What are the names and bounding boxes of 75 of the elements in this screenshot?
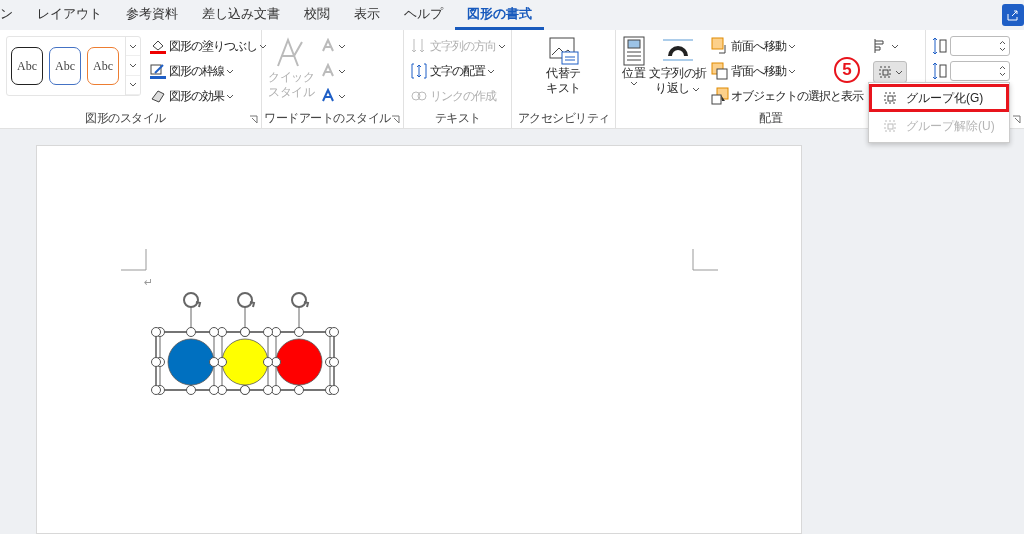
chevron-icon xyxy=(487,68,495,74)
chevron-icon xyxy=(226,68,234,74)
text-align-icon xyxy=(410,62,428,80)
ribbon-tab[interactable]: ン xyxy=(0,0,25,30)
ribbon-command[interactable]: 図形の枠線 xyxy=(149,61,234,81)
ribbon-tab[interactable]: 差し込み文書 xyxy=(190,0,292,30)
group-objects-icon xyxy=(876,64,893,80)
share-button[interactable] xyxy=(1002,4,1024,26)
ribbon-tab[interactable]: 参考資料 xyxy=(114,0,190,30)
ribbon-tab[interactable]: ヘルプ xyxy=(392,0,455,30)
dialog-launcher-icon[interactable] xyxy=(1012,115,1021,124)
group-objects-icon xyxy=(882,118,898,134)
text-format-icon[interactable] xyxy=(320,88,336,104)
paragraph-mark: ↵ xyxy=(144,276,154,289)
selection-pane-icon xyxy=(710,87,729,105)
chevron-icon xyxy=(259,43,267,49)
circle-shape[interactable] xyxy=(167,338,215,386)
size-icon xyxy=(932,62,948,80)
crop-mark-icon xyxy=(121,249,147,271)
ribbon-command[interactable]: 前面へ移動 xyxy=(710,36,796,56)
ribbon-command[interactable]: オブジェクトの選択と表示 xyxy=(710,86,863,106)
group-label: アクセシビリティ xyxy=(517,110,610,127)
chevron-icon xyxy=(338,68,346,74)
ribbon-command[interactable]: 図形の効果 xyxy=(149,86,234,106)
shape-style-swatch[interactable]: Abc xyxy=(87,47,119,85)
send-backward-icon xyxy=(710,62,729,80)
group-label: 配置 xyxy=(759,110,782,127)
circle-shape[interactable] xyxy=(275,338,323,386)
crop-mark-icon xyxy=(692,249,718,271)
circle-shape[interactable] xyxy=(221,338,269,386)
spinner-icon xyxy=(999,65,1006,77)
chevron-icon xyxy=(129,43,137,49)
position-button[interactable]: 位置 xyxy=(622,36,645,86)
group-label: 図形のスタイル xyxy=(85,110,166,127)
ribbon-command[interactable]: 図形の塗りつぶし xyxy=(149,36,267,56)
chevron-icon xyxy=(894,69,903,75)
picture-caption-icon xyxy=(547,36,580,66)
size-input[interactable] xyxy=(950,61,1010,81)
ribbon-tab[interactable]: 校閲 xyxy=(292,0,342,30)
bring-forward-icon xyxy=(710,37,729,55)
wrap-text-button[interactable]: 文字列の折 り返し xyxy=(649,36,707,96)
pen-icon xyxy=(149,62,167,80)
page-position-icon xyxy=(622,36,645,66)
shape-style-swatch[interactable]: Abc xyxy=(49,47,81,85)
align-button[interactable] xyxy=(872,36,899,56)
shape-style-swatch[interactable]: Abc xyxy=(11,47,43,85)
step-number: 5 xyxy=(834,57,860,83)
dialog-launcher-icon[interactable] xyxy=(249,115,258,124)
chevron-icon xyxy=(629,81,638,86)
group-label: ワードアートのスタイル xyxy=(264,110,391,127)
size-input[interactable] xyxy=(950,36,1010,56)
chevron-icon xyxy=(129,82,137,88)
ribbon-command[interactable]: 文字の配置 xyxy=(410,61,495,81)
chevron-icon xyxy=(498,43,506,49)
chevron-icon xyxy=(129,63,137,68)
chevron-icon xyxy=(787,68,796,74)
ribbon-tab[interactable]: 表示 xyxy=(342,0,392,30)
group-label: テキスト xyxy=(434,110,481,127)
chevron-icon xyxy=(338,43,346,49)
alt-text-button[interactable]: 代替テ キスト xyxy=(518,36,609,96)
chevron-icon xyxy=(692,87,701,92)
size-icon xyxy=(932,37,948,55)
ribbon-command[interactable]: 背面へ移動 xyxy=(710,61,796,81)
selection-handles-drawing[interactable] xyxy=(151,292,339,395)
group-button[interactable] xyxy=(872,61,907,83)
ribbon-tab[interactable]: レイアウト xyxy=(25,0,114,30)
chevron-icon xyxy=(890,43,899,49)
chevron-icon xyxy=(787,43,796,49)
chevron-icon xyxy=(226,93,234,99)
menu-item[interactable]: グループ化(G) xyxy=(869,84,1009,112)
spinner-icon xyxy=(999,40,1006,52)
group-objects-icon xyxy=(882,90,898,106)
dialog-launcher-icon[interactable] xyxy=(391,115,400,124)
chevron-icon xyxy=(338,93,346,99)
share-icon xyxy=(1007,9,1019,21)
